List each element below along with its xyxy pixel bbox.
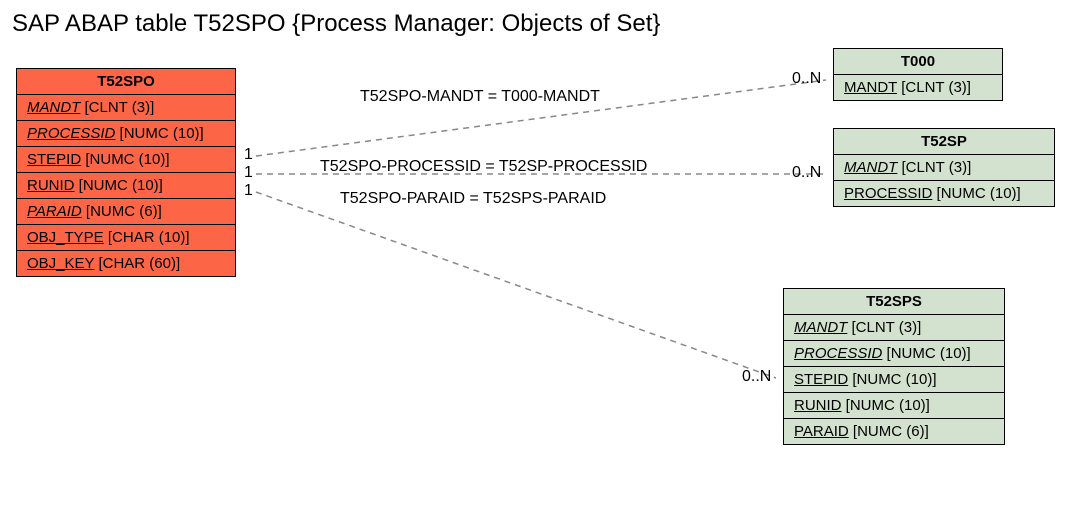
entity-field: STEPID [NUMC (10)] <box>784 367 1004 393</box>
entity-field: PROCESSID [NUMC (10)] <box>17 121 235 147</box>
cardinality-left-r3: 1 <box>244 182 253 200</box>
entity-t000: T000 MANDT [CLNT (3)] <box>833 48 1003 101</box>
entity-t52spo-header: T52SPO <box>17 69 235 95</box>
relation-label-r3: T52SPO-PARAID = T52SPS-PARAID <box>340 190 606 208</box>
entity-field: OBJ_TYPE [CHAR (10)] <box>17 225 235 251</box>
cardinality-left-r2: 1 <box>244 164 253 182</box>
entity-field: MANDT [CLNT (3)] <box>834 155 1054 181</box>
entity-t52sps: T52SPS MANDT [CLNT (3)] PROCESSID [NUMC … <box>783 288 1005 445</box>
entity-t52spo: T52SPO MANDT [CLNT (3)] PROCESSID [NUMC … <box>16 68 236 277</box>
entity-field: PARAID [NUMC (6)] <box>784 419 1004 444</box>
cardinality-right-r3: 0..N <box>742 368 771 386</box>
entity-t52sp: T52SP MANDT [CLNT (3)] PROCESSID [NUMC (… <box>833 128 1055 207</box>
cardinality-right-r1: 0..N <box>792 70 821 88</box>
entity-field: PARAID [NUMC (6)] <box>17 199 235 225</box>
entity-t000-header: T000 <box>834 49 1002 75</box>
entity-t52sps-header: T52SPS <box>784 289 1004 315</box>
line-r3 <box>256 192 776 378</box>
entity-t52sp-header: T52SP <box>834 129 1054 155</box>
entity-field: STEPID [NUMC (10)] <box>17 147 235 173</box>
entity-field: PROCESSID [NUMC (10)] <box>784 341 1004 367</box>
entity-field: MANDT [CLNT (3)] <box>834 75 1002 100</box>
entity-field: MANDT [CLNT (3)] <box>784 315 1004 341</box>
entity-field: RUNID [NUMC (10)] <box>17 173 235 199</box>
entity-field: PROCESSID [NUMC (10)] <box>834 181 1054 206</box>
cardinality-left-r1: 1 <box>244 146 253 164</box>
relation-label-r1: T52SPO-MANDT = T000-MANDT <box>360 88 600 106</box>
cardinality-right-r2: 0..N <box>792 164 821 182</box>
page-title: SAP ABAP table T52SPO {Process Manager: … <box>12 10 660 38</box>
relation-label-r2: T52SPO-PROCESSID = T52SP-PROCESSID <box>320 158 647 176</box>
entity-field: OBJ_KEY [CHAR (60)] <box>17 251 235 276</box>
entity-field: RUNID [NUMC (10)] <box>784 393 1004 419</box>
entity-field: MANDT [CLNT (3)] <box>17 95 235 121</box>
